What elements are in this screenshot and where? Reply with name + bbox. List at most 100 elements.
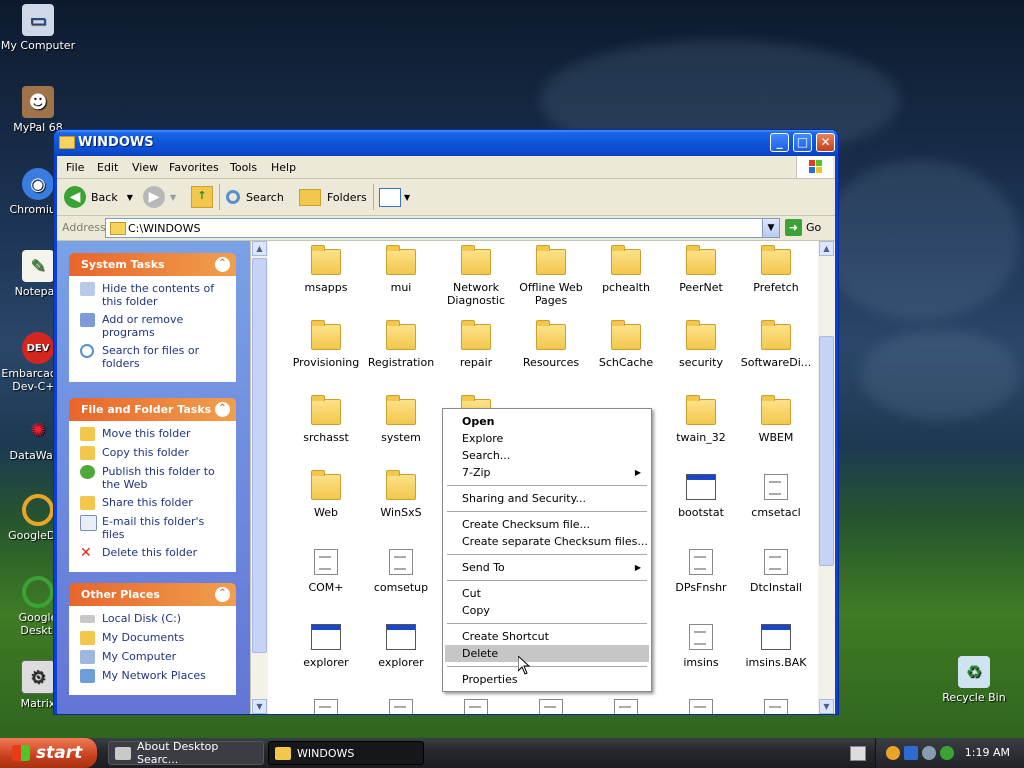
search-button[interactable]: Search bbox=[226, 185, 284, 209]
desktop-icon-mypal[interactable]: ☻ MyPal 68 bbox=[0, 86, 76, 134]
context-menu-item-create-shortcut[interactable]: Create Shortcut bbox=[445, 628, 649, 645]
place-my-network[interactable]: My Network Places bbox=[80, 669, 229, 683]
context-menu-item-sharing-and-security[interactable]: Sharing and Security... bbox=[445, 490, 649, 507]
file-item[interactable]: msapps bbox=[290, 245, 362, 294]
context-menu-item-7-zip[interactable]: 7-Zip ▶ bbox=[445, 464, 649, 481]
file-item[interactable]: cmsetacl bbox=[740, 474, 812, 519]
file-item[interactable]: twain_32 bbox=[665, 395, 737, 444]
file-folder-tasks-header[interactable]: File and Folder Tasks ⌃ bbox=[69, 398, 236, 421]
file-item[interactable]: PeerNet bbox=[665, 245, 737, 294]
file-item-partial[interactable] bbox=[365, 699, 437, 714]
file-item[interactable]: comsetup bbox=[365, 549, 437, 594]
desktop-icon-recycle-bin[interactable]: ♻ Recycle Bin bbox=[936, 656, 1012, 704]
file-item[interactable]: Web bbox=[290, 470, 362, 519]
context-menu-item-explore[interactable]: Explore bbox=[445, 430, 649, 447]
file-item-partial[interactable] bbox=[515, 699, 587, 714]
back-button[interactable]: ◀ Back ▼ bbox=[64, 185, 133, 209]
network-tray-icon[interactable] bbox=[922, 746, 936, 760]
file-item[interactable]: DtcInstall bbox=[740, 549, 812, 594]
file-item[interactable]: imsins bbox=[665, 624, 737, 669]
file-item[interactable]: bootstat bbox=[665, 474, 737, 519]
task-hide-contents[interactable]: Hide the contents of this folder bbox=[80, 282, 229, 308]
forward-button[interactable]: ▶ ▼ bbox=[143, 185, 176, 209]
scroll-thumb[interactable] bbox=[252, 258, 267, 653]
context-menu-item-delete[interactable]: Delete bbox=[445, 645, 649, 662]
file-item[interactable]: Prefetch bbox=[740, 245, 812, 294]
file-item[interactable]: Registration bbox=[365, 320, 437, 369]
taskbar-item-desktop-search[interactable]: About Desktop Searc... bbox=[108, 740, 264, 766]
collapse-chevron-icon[interactable]: ⌃ bbox=[215, 257, 230, 272]
file-item[interactable]: security bbox=[665, 320, 737, 369]
scroll-thumb[interactable] bbox=[819, 336, 834, 566]
clock[interactable]: 1:19 AM bbox=[965, 746, 1010, 759]
taskbar-item-windows[interactable]: WINDOWS bbox=[268, 741, 424, 765]
system-tasks-header[interactable]: System Tasks ⌃ bbox=[69, 253, 236, 276]
keyboard-icon[interactable] bbox=[850, 746, 866, 761]
menu-view[interactable]: View bbox=[132, 161, 158, 174]
file-item[interactable]: Resources bbox=[515, 320, 587, 369]
menu-tools[interactable]: Tools bbox=[230, 161, 257, 174]
other-places-header[interactable]: Other Places ⌃ bbox=[69, 583, 236, 606]
address-dropdown-button[interactable]: ▼ bbox=[762, 219, 779, 237]
go-button[interactable]: ➜ Go bbox=[785, 219, 821, 236]
views-button[interactable]: ▼ bbox=[379, 185, 410, 209]
start-button[interactable]: start bbox=[0, 738, 97, 768]
file-item[interactable]: Provisioning bbox=[290, 320, 362, 369]
google-desktop-tray-icon[interactable] bbox=[886, 746, 900, 760]
scroll-up-arrow[interactable]: ▲ bbox=[252, 241, 267, 256]
file-item[interactable]: explorer bbox=[290, 624, 362, 669]
context-menu-item-create-separate-checksum-files[interactable]: Create separate Checksum files... bbox=[445, 533, 649, 550]
context-menu-item-properties[interactable]: Properties bbox=[445, 671, 649, 688]
place-my-documents[interactable]: My Documents bbox=[80, 631, 229, 645]
file-item[interactable]: srchasst bbox=[290, 395, 362, 444]
security-shield-icon[interactable] bbox=[904, 746, 918, 760]
file-item[interactable]: COM+ bbox=[290, 549, 362, 594]
context-menu-item-create-checksum-file[interactable]: Create Checksum file... bbox=[445, 516, 649, 533]
file-item[interactable]: system bbox=[365, 395, 437, 444]
file-item[interactable]: imsins.BAK bbox=[740, 624, 812, 669]
desktop-icon-my-computer[interactable]: ▭ My Computer bbox=[0, 4, 76, 52]
file-item[interactable]: WBEM bbox=[740, 395, 812, 444]
maximize-button[interactable]: □ bbox=[793, 133, 812, 152]
file-item-partial[interactable] bbox=[440, 699, 512, 714]
up-button[interactable]: ↑ bbox=[191, 185, 213, 209]
file-item[interactable]: SchCache bbox=[590, 320, 662, 369]
menu-file[interactable]: File bbox=[66, 161, 84, 174]
task-pane-scrollbar[interactable]: ▲ ▼ bbox=[250, 241, 268, 714]
folders-button[interactable]: Folders bbox=[299, 185, 367, 209]
minimize-button[interactable]: _ bbox=[770, 133, 789, 152]
file-item[interactable]: repair bbox=[440, 320, 512, 369]
context-menu-item-cut[interactable]: Cut bbox=[445, 585, 649, 602]
safely-remove-icon[interactable] bbox=[940, 746, 954, 760]
scroll-down-arrow[interactable]: ▼ bbox=[252, 699, 267, 714]
collapse-chevron-icon[interactable]: ⌃ bbox=[215, 402, 230, 417]
file-item[interactable]: mui bbox=[365, 245, 437, 294]
context-menu-item-send-to[interactable]: Send To ▶ bbox=[445, 559, 649, 576]
place-my-computer[interactable]: My Computer bbox=[80, 650, 229, 664]
file-item[interactable]: explorer bbox=[365, 624, 437, 669]
address-input[interactable]: C:\WINDOWS ▼ bbox=[105, 218, 780, 238]
task-add-remove-programs[interactable]: Add or remove programs bbox=[80, 313, 229, 339]
file-item[interactable]: Network Diagnostic bbox=[440, 245, 512, 307]
file-item[interactable]: Offline Web Pages bbox=[515, 245, 587, 307]
file-item-partial[interactable] bbox=[290, 699, 362, 714]
file-item[interactable]: DPsFnshr bbox=[665, 549, 737, 594]
file-item-partial[interactable] bbox=[740, 699, 812, 714]
scroll-up-arrow[interactable]: ▲ bbox=[819, 241, 834, 256]
task-search-files[interactable]: Search for files or folders bbox=[80, 344, 229, 370]
task-email-files[interactable]: E-mail this folder's files bbox=[80, 515, 229, 541]
file-list-scrollbar[interactable]: ▲ ▼ bbox=[818, 241, 835, 714]
context-menu-item-copy[interactable]: Copy bbox=[445, 602, 649, 619]
task-delete-folder[interactable]: ✕ Delete this folder bbox=[80, 546, 229, 560]
title-bar[interactable]: WINDOWS _ □ ✕ bbox=[54, 130, 838, 156]
menu-help[interactable]: Help bbox=[271, 161, 296, 174]
scroll-down-arrow[interactable]: ▼ bbox=[819, 699, 834, 714]
menu-edit[interactable]: Edit bbox=[97, 161, 118, 174]
file-item-partial[interactable] bbox=[665, 699, 737, 714]
task-publish-web[interactable]: Publish this folder to the Web bbox=[80, 465, 229, 491]
context-menu-item-search[interactable]: Search... bbox=[445, 447, 649, 464]
file-item[interactable]: WinSxS bbox=[365, 470, 437, 519]
menu-favorites[interactable]: Favorites bbox=[169, 161, 219, 174]
file-item-partial[interactable] bbox=[590, 699, 662, 714]
place-local-disk[interactable]: Local Disk (C:) bbox=[80, 612, 229, 626]
